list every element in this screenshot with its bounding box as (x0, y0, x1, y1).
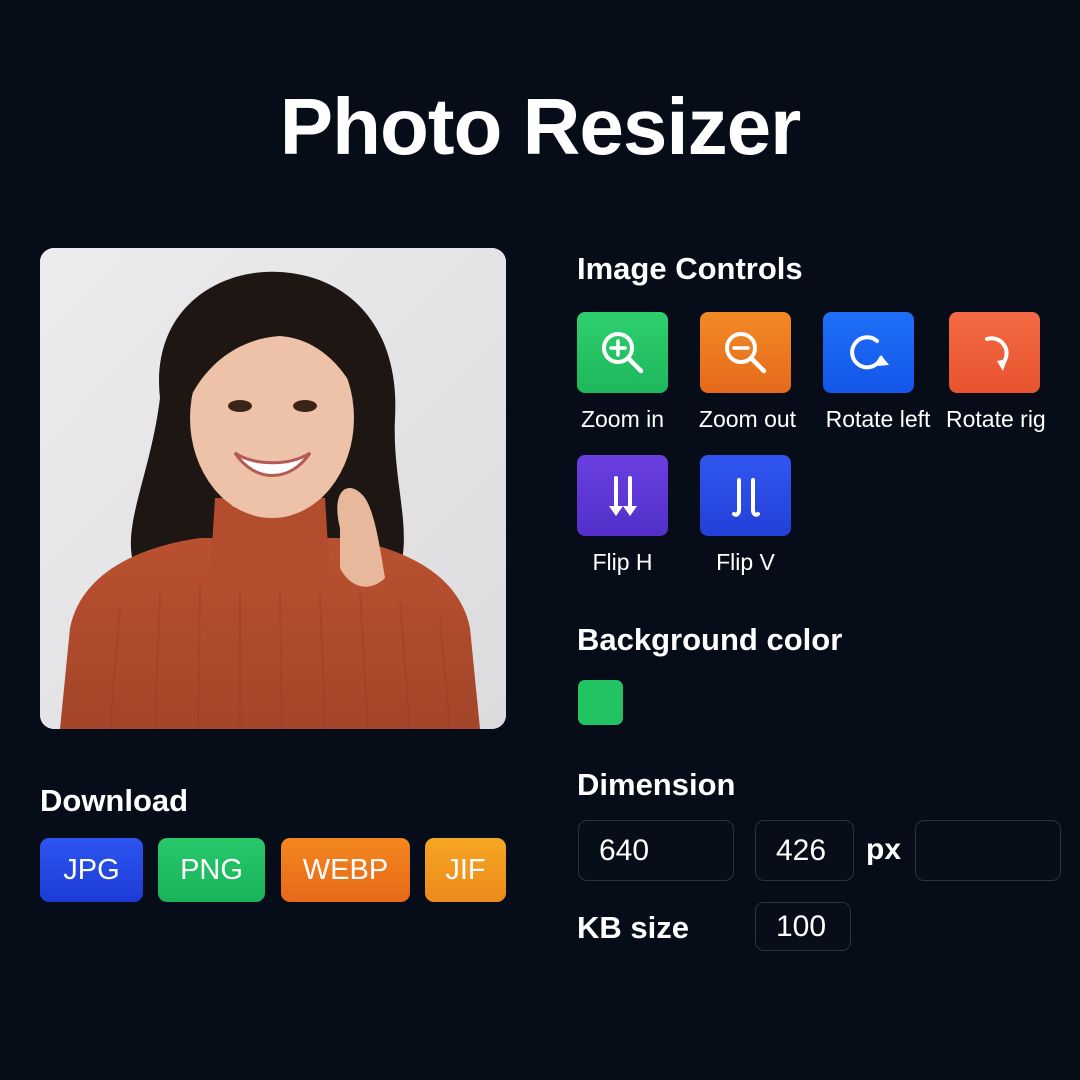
kb-size-label: KB size (577, 910, 689, 945)
rotate-left-label: Rotate left (825, 406, 931, 432)
dimension-heading: Dimension (577, 767, 736, 802)
zoom-in-button[interactable] (577, 312, 668, 393)
download-jpg-button[interactable]: JPG (40, 838, 143, 902)
photo-preview[interactable] (40, 248, 506, 729)
flip-vertical-label: Flip V (716, 549, 775, 575)
rotate-right-icon (984, 335, 1009, 371)
download-webp-button[interactable]: WEBP (281, 838, 410, 902)
photo-resizer-page: Photo Resizer Download JPG PNG WEBP JIF … (0, 0, 1080, 1080)
image-controls-heading: Image Controls (577, 251, 803, 286)
rotate-left-button[interactable] (823, 312, 914, 393)
zoom-out-icon (724, 331, 766, 373)
portrait-image (40, 248, 506, 729)
flip-horizontal-icon (608, 475, 637, 516)
download-jif-button[interactable]: JIF (425, 838, 506, 902)
download-heading: Download (40, 783, 189, 818)
rotate-right-button[interactable] (949, 312, 1040, 393)
kb-size-input[interactable] (755, 902, 851, 951)
download-png-button[interactable]: PNG (158, 838, 265, 902)
unit-label: px (866, 833, 902, 866)
flip-vertical-icon (731, 477, 760, 517)
width-input[interactable] (578, 820, 734, 881)
background-color-heading: Background color (577, 622, 843, 657)
height-input[interactable] (755, 820, 854, 881)
page-title: Photo Resizer (279, 82, 801, 171)
zoom-out-label: Zoom out (698, 406, 797, 432)
zoom-out-button[interactable] (700, 312, 791, 393)
zoom-in-label: Zoom in (580, 406, 665, 432)
rotate-left-icon (849, 334, 889, 369)
zoom-in-icon (601, 331, 643, 373)
rotate-right-label: Rotate rig (946, 406, 1046, 432)
flip-vertical-button[interactable] (700, 455, 791, 536)
dimension-extra-input[interactable] (915, 820, 1061, 881)
background-color-swatch[interactable] (578, 680, 623, 725)
flip-horizontal-label: Flip H (592, 549, 653, 575)
flip-horizontal-button[interactable] (577, 455, 668, 536)
